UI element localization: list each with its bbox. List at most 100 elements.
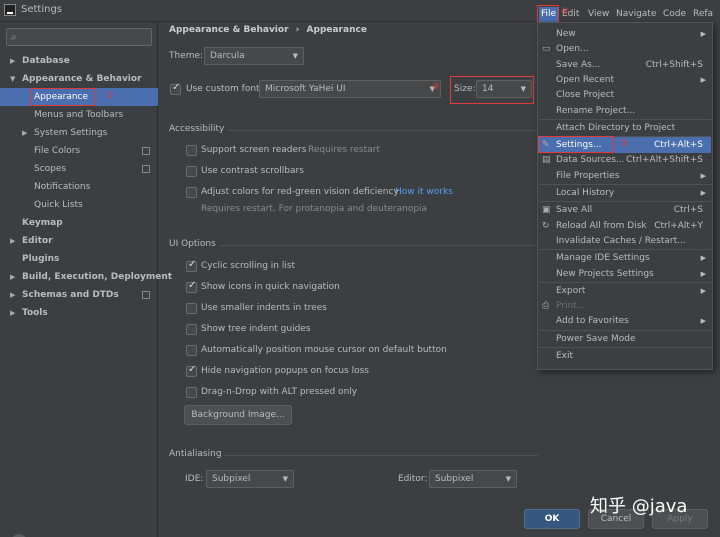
sidebar-item-plugins[interactable]: Plugins: [0, 250, 158, 268]
menu-item-rename-project[interactable]: Rename Project...: [539, 103, 711, 119]
menu-item-file-properties[interactable]: File Properties ▶: [539, 168, 711, 184]
sidebar-item-appearance-behavior[interactable]: ▼ Appearance & Behavior: [0, 70, 158, 88]
zhihu-watermark: 知乎 @java: [590, 496, 688, 517]
sidebar-item-label: File Colors: [34, 146, 81, 156]
chevron-right-icon[interactable]: ▶: [10, 304, 15, 322]
sidebar-item-label: Database: [22, 56, 70, 66]
antialiasing-section-title: Antialiasing: [169, 449, 222, 459]
sidebar-item-keymap[interactable]: Keymap: [0, 214, 158, 232]
menu-item-shortcut: Ctrl+Alt+Shift+S: [626, 155, 703, 166]
submenu-arrow-icon: ▶: [700, 254, 706, 263]
drag-n-drop-with-alt-pressed-only-checkbox[interactable]: [186, 387, 197, 398]
chevron-down-icon[interactable]: ▼: [10, 70, 15, 88]
color-deficiency-checkbox[interactable]: [186, 187, 197, 198]
menu-item-local-history[interactable]: Local History ▶: [539, 185, 711, 201]
menu-item-shortcut: Ctrl+Alt+Y: [654, 220, 703, 231]
font-size-select[interactable]: 14 ▼: [476, 80, 532, 98]
hide-navigation-popups-on-focus-loss-checkbox[interactable]: [186, 364, 197, 377]
sidebar-item-notifications[interactable]: Notifications: [0, 178, 158, 196]
ok-button[interactable]: OK: [524, 509, 580, 529]
chevron-right-icon[interactable]: ▶: [10, 268, 15, 286]
menu-item-open-recent[interactable]: Open Recent ▶: [539, 72, 711, 88]
use-smaller-indents-in-trees-checkbox[interactable]: [186, 303, 197, 314]
editor-antialiasing-select[interactable]: Subpixel ▼: [429, 470, 517, 488]
annotation-number-3: ③: [620, 139, 629, 149]
intellij-app-icon: [4, 4, 16, 16]
requires-restart-note: Requires restart: [308, 145, 380, 155]
search-icon: ⌕: [11, 32, 17, 43]
menu-item-invalidate-caches-restart[interactable]: Invalidate Caches / Restart...: [539, 233, 711, 249]
project-scope-icon: [142, 147, 150, 155]
folder-icon: ▭: [542, 44, 551, 55]
menu-item-new-projects-settings[interactable]: New Projects Settings ▶: [539, 266, 711, 282]
annotation-box-appearance: [30, 88, 96, 106]
sidebar-item-scopes[interactable]: Scopes: [0, 160, 158, 178]
menu-item-save-all[interactable]: ▣ Save All Ctrl+S: [539, 202, 711, 218]
use-smaller-indents-in-trees-label: Use smaller indents in trees: [201, 303, 327, 313]
chevron-right-icon[interactable]: ▶: [10, 52, 15, 70]
submenu-arrow-icon: ▶: [700, 286, 706, 295]
sidebar-item-schemas-and-dtds[interactable]: ▶ Schemas and DTDs: [0, 286, 158, 304]
save-icon: ▣: [542, 205, 551, 216]
menu-item-power-save-mode[interactable]: Power Save Mode: [539, 331, 711, 347]
contrast-scrollbars-checkbox[interactable]: [186, 166, 197, 177]
show-tree-indent-guides-checkbox[interactable]: [186, 324, 197, 335]
window-title: Settings: [21, 4, 63, 15]
breadcrumb-parent[interactable]: Appearance & Behavior: [169, 25, 289, 35]
menu-item-data-sources[interactable]: ▤ Data Sources... Ctrl+Alt+Shift+S: [539, 152, 711, 168]
database-icon: ▤: [542, 155, 551, 166]
use-custom-font-checkbox[interactable]: [170, 82, 181, 95]
ide-antialiasing-select[interactable]: Subpixel ▼: [206, 470, 294, 488]
settings-search-input[interactable]: ⌕: [6, 28, 152, 46]
menu-item-save-as[interactable]: Save As... Ctrl+Shift+S: [539, 57, 711, 73]
menu-item-add-to-favorites[interactable]: Add to Favorites ▶: [539, 313, 711, 329]
submenu-arrow-icon: ▶: [700, 30, 706, 38]
menu-view[interactable]: View: [588, 9, 609, 19]
hide-navigation-popups-on-focus-loss-label: Hide navigation popups on focus loss: [201, 366, 369, 376]
menu-item-manage-ide-settings[interactable]: Manage IDE Settings ▶: [539, 250, 711, 266]
sidebar-item-tools[interactable]: ▶ Tools: [0, 304, 158, 322]
menu-refactor[interactable]: Refa: [693, 9, 713, 19]
chevron-right-icon[interactable]: ▶: [10, 286, 15, 304]
section-divider: [224, 455, 538, 456]
sidebar-item-system-settings[interactable]: ▶ System Settings: [0, 124, 158, 142]
menu-item-export[interactable]: Export ▶: [539, 283, 711, 299]
sidebar-item-label: Build, Execution, Deployment: [22, 272, 173, 282]
chevron-down-icon: ▼: [292, 52, 298, 60]
menu-code[interactable]: Code: [663, 9, 686, 19]
automatically-position-mouse-cursor-on-default-button-checkbox[interactable]: [186, 345, 197, 356]
menu-item-attach-directory-to-project[interactable]: Attach Directory to Project: [539, 120, 711, 136]
sidebar-item-database[interactable]: ▶ Database: [0, 52, 158, 70]
menu-item-shortcut: Ctrl+Shift+S: [645, 59, 703, 70]
menu-item-label: Open...: [556, 44, 589, 55]
menu-item-print[interactable]: ⎙ Print...: [539, 298, 711, 314]
section-divider: [220, 245, 538, 246]
font-family-select[interactable]: Microsoft YaHei UI ▼: [259, 80, 441, 98]
sidebar-item-quick-lists[interactable]: Quick Lists: [0, 196, 158, 214]
menu-item-label: Close Project: [556, 90, 615, 101]
sidebar-item-label: Keymap: [22, 218, 63, 228]
sidebar-item-label: Appearance & Behavior: [22, 74, 142, 84]
sidebar-item-build-execution-deployment[interactable]: ▶ Build, Execution, Deployment: [0, 268, 172, 286]
menu-item-close-project[interactable]: Close Project: [539, 87, 711, 103]
screen-readers-checkbox[interactable]: [186, 145, 197, 156]
how-it-works-link[interactable]: How it works: [395, 187, 453, 197]
sidebar-item-menus-and-toolbars[interactable]: Menus and Toolbars: [0, 106, 158, 124]
sidebar-item-editor[interactable]: ▶ Editor: [0, 232, 158, 250]
menu-navigate[interactable]: Navigate: [616, 9, 656, 19]
menu-item-reload-all-from-disk[interactable]: ↻ Reload All from Disk Ctrl+Alt+Y: [539, 218, 711, 234]
submenu-arrow-icon: ▶: [700, 317, 706, 326]
menu-item-exit[interactable]: Exit: [539, 348, 711, 364]
background-image-button[interactable]: Background Image...: [184, 405, 292, 425]
chevron-right-icon[interactable]: ▶: [22, 124, 27, 142]
theme-select[interactable]: Darcula ▼: [204, 47, 304, 65]
font-family-value: Microsoft YaHei UI: [265, 84, 346, 94]
sidebar-item-label: Plugins: [22, 254, 60, 264]
sidebar-item-file-colors[interactable]: File Colors: [0, 142, 158, 160]
menu-item-open[interactable]: ▭ Open...: [539, 41, 711, 57]
annotation-box-settings: [538, 136, 614, 153]
show-icons-in-quick-navigation-checkbox[interactable]: [186, 280, 197, 293]
cyclic-scrolling-in-list-checkbox[interactable]: [186, 259, 197, 272]
menu-item-new[interactable]: New ▶: [539, 26, 711, 42]
chevron-right-icon[interactable]: ▶: [10, 232, 15, 250]
